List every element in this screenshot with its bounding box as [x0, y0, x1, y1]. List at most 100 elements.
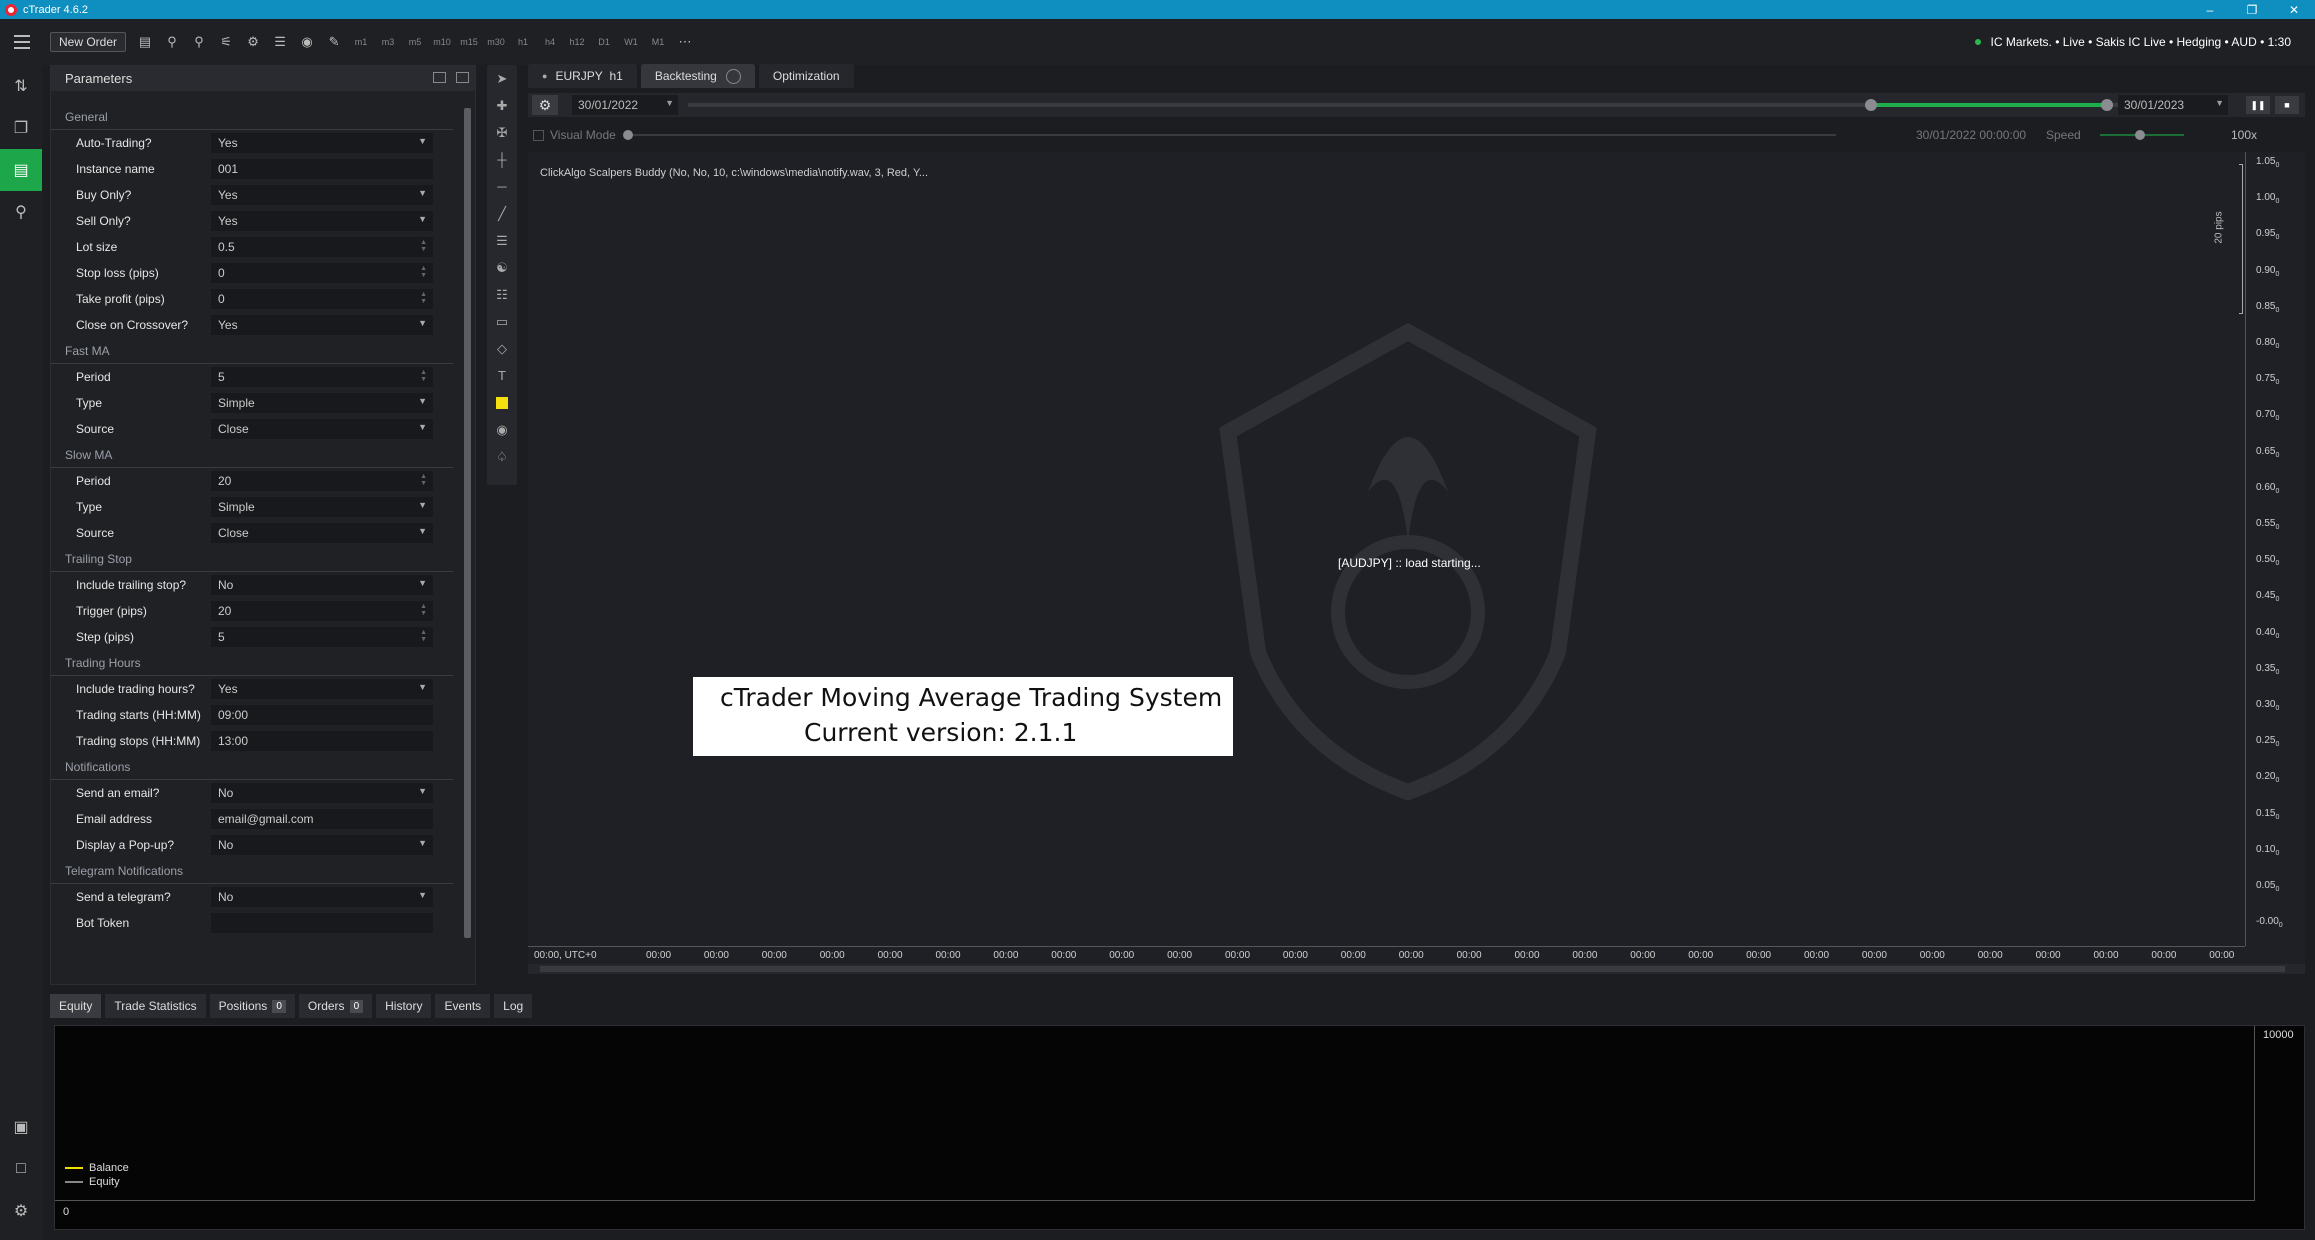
visual-progress-handle[interactable]: [623, 130, 633, 140]
shape-icon[interactable]: ◇: [487, 335, 517, 362]
visual-mode-checkbox[interactable]: [533, 129, 544, 141]
chart-type-icon[interactable]: ▤: [136, 33, 154, 51]
cursor-icon[interactable]: ➤: [487, 65, 517, 92]
timeframe-h4[interactable]: h4: [541, 37, 559, 47]
lot-size-input[interactable]: 0.5 ▲ ▼: [211, 237, 433, 257]
close-crossover-select[interactable]: Yes ▼: [211, 315, 433, 335]
step-input[interactable]: 5 ▲ ▼: [211, 627, 433, 647]
store-icon[interactable]: □: [0, 1148, 42, 1190]
email-address-input[interactable]: email@gmail.com: [211, 809, 433, 829]
eye-icon[interactable]: ◉: [298, 33, 316, 51]
tab-positions[interactable]: Positions 0: [209, 994, 295, 1018]
equity-chart[interactable]: 10000 0 Balance Equity: [54, 1025, 2305, 1230]
send-telegram-select[interactable]: No ▼: [211, 887, 433, 907]
timeframe-m5[interactable]: m5: [406, 37, 424, 47]
fibonacci-icon[interactable]: ☷: [487, 281, 517, 308]
copy-icon[interactable]: ❐: [0, 107, 42, 149]
pitchfork-icon[interactable]: ☯: [487, 254, 517, 281]
range-end-handle[interactable]: [2101, 99, 2113, 111]
instance-name-input[interactable]: 001: [211, 159, 433, 179]
bot-token-input[interactable]: [211, 913, 433, 933]
visibility-icon[interactable]: ◉: [487, 416, 517, 443]
new-order-button[interactable]: New Order: [50, 32, 127, 52]
popup-select[interactable]: No ▼: [211, 835, 433, 855]
parameters-scrollbar[interactable]: [464, 98, 471, 978]
trade-icon[interactable]: ⇅: [0, 65, 42, 107]
channel-icon[interactable]: ☰: [487, 227, 517, 254]
automate-icon[interactable]: ⚙: [244, 33, 262, 51]
automate-app-icon[interactable]: ▤: [0, 149, 42, 191]
chart-settings-icon[interactable]: ✎: [325, 33, 343, 51]
tab-events[interactable]: Events: [435, 994, 491, 1018]
timeframe-m1[interactable]: m1: [352, 37, 370, 47]
tab-history[interactable]: History: [376, 994, 432, 1018]
trading-stops-input[interactable]: 13:00: [211, 731, 433, 751]
horizontal-line-icon[interactable]: ─: [487, 173, 517, 200]
sell-only-select[interactable]: Yes ▼: [211, 211, 433, 231]
take-profit-input[interactable]: 0 ▲ ▼: [211, 289, 433, 309]
timeframe-h12[interactable]: h12: [568, 37, 586, 47]
speed-slider[interactable]: [2135, 130, 2145, 140]
tab-backtesting[interactable]: Backtesting: [640, 64, 755, 88]
trend-line-icon[interactable]: ╱: [487, 200, 517, 227]
text-icon[interactable]: T: [487, 362, 517, 389]
end-date-picker[interactable]: 30/01/2023 ▼: [2118, 95, 2228, 115]
tab-symbol[interactable]: ● EURJPY h1: [528, 64, 637, 88]
start-date-picker[interactable]: 30/01/2022 ▼: [572, 95, 678, 115]
stop-loss-input[interactable]: 0 ▲ ▼: [211, 263, 433, 283]
timeframe-m10[interactable]: m10: [433, 37, 451, 47]
zoom-in-icon[interactable]: ⚲: [163, 33, 181, 51]
chart-scrollbar[interactable]: [528, 964, 2305, 974]
fast-period-input[interactable]: 5 ▲ ▼: [211, 367, 433, 387]
settings-icon[interactable]: ⚙: [0, 1190, 42, 1232]
price-axis[interactable]: 1.050 1.000 0.950 0.900 0.850 0.800 0.750 0.700…: [2245, 152, 2305, 946]
timeframe-m3[interactable]: m3: [379, 37, 397, 47]
auto-trading-select[interactable]: Yes ▼: [211, 133, 433, 153]
slow-type-select[interactable]: Simple ▼: [211, 497, 433, 517]
analyze-icon[interactable]: ⚲: [0, 191, 42, 233]
backtest-settings-icon[interactable]: ⚙: [532, 95, 558, 115]
timeframe-m30[interactable]: m30: [487, 37, 505, 47]
tab-orders[interactable]: Orders 0: [298, 994, 373, 1018]
timeframe-w1[interactable]: W1: [622, 37, 640, 47]
close-icon[interactable]: ✕: [2273, 0, 2315, 19]
timeframe-h1[interactable]: h1: [514, 37, 532, 47]
include-trailing-select[interactable]: No ▼: [211, 575, 433, 595]
tab-trade-statistics[interactable]: Trade Statistics: [105, 994, 206, 1018]
indicators-icon[interactable]: ⚟: [217, 33, 235, 51]
time-axis[interactable]: 00:00, UTC+0 00:00 00:00 00:00 00:00 00:00 00:…: [528, 946, 2245, 962]
market-icon[interactable]: ▣: [0, 1106, 42, 1148]
tab-log[interactable]: Log: [494, 994, 533, 1018]
more-icon[interactable]: ⋯: [676, 33, 694, 51]
trading-starts-input[interactable]: 09:00: [211, 705, 433, 725]
slow-source-select[interactable]: Close ▼: [211, 523, 433, 543]
minimize-icon[interactable]: –: [2189, 0, 2231, 19]
buy-only-select[interactable]: Yes ▼: [211, 185, 433, 205]
send-email-select[interactable]: No ▼: [211, 783, 433, 803]
timeframe-m15[interactable]: m15: [460, 37, 478, 47]
slow-period-input[interactable]: 20 ▲ ▼: [211, 471, 433, 491]
menu-icon[interactable]: [0, 19, 44, 65]
zoom-out-icon[interactable]: ⚲: [190, 33, 208, 51]
alert-bell-icon[interactable]: ♤: [487, 443, 517, 470]
range-start-handle[interactable]: [1865, 99, 1877, 111]
include-hours-select[interactable]: Yes ▼: [211, 679, 433, 699]
pause-icon[interactable]: ❚❚: [2246, 96, 2270, 114]
layers-icon[interactable]: ☰: [271, 33, 289, 51]
save-params-icon[interactable]: [433, 72, 446, 83]
load-params-icon[interactable]: [456, 72, 469, 83]
color-swatch-icon[interactable]: [487, 389, 517, 416]
timeframe-mn1[interactable]: M1: [649, 37, 667, 47]
crosshair-icon[interactable]: ✚: [487, 92, 517, 119]
magnet-icon[interactable]: ✠: [487, 119, 517, 146]
tab-equity[interactable]: Equity: [50, 994, 102, 1018]
tab-optimization[interactable]: Optimization: [758, 64, 854, 88]
trigger-input[interactable]: 20 ▲ ▼: [211, 601, 433, 621]
timeframe-d1[interactable]: D1: [595, 37, 613, 47]
rectangle-icon[interactable]: ▭: [487, 308, 517, 335]
account-info[interactable]: IC Markets. • Live • Sakis IC Live • Hed…: [1974, 19, 2291, 65]
stop-icon[interactable]: ■: [2275, 96, 2299, 114]
restore-icon[interactable]: ❐: [2231, 0, 2273, 19]
measure-icon[interactable]: ┼: [487, 146, 517, 173]
fast-type-select[interactable]: Simple ▼: [211, 393, 433, 413]
